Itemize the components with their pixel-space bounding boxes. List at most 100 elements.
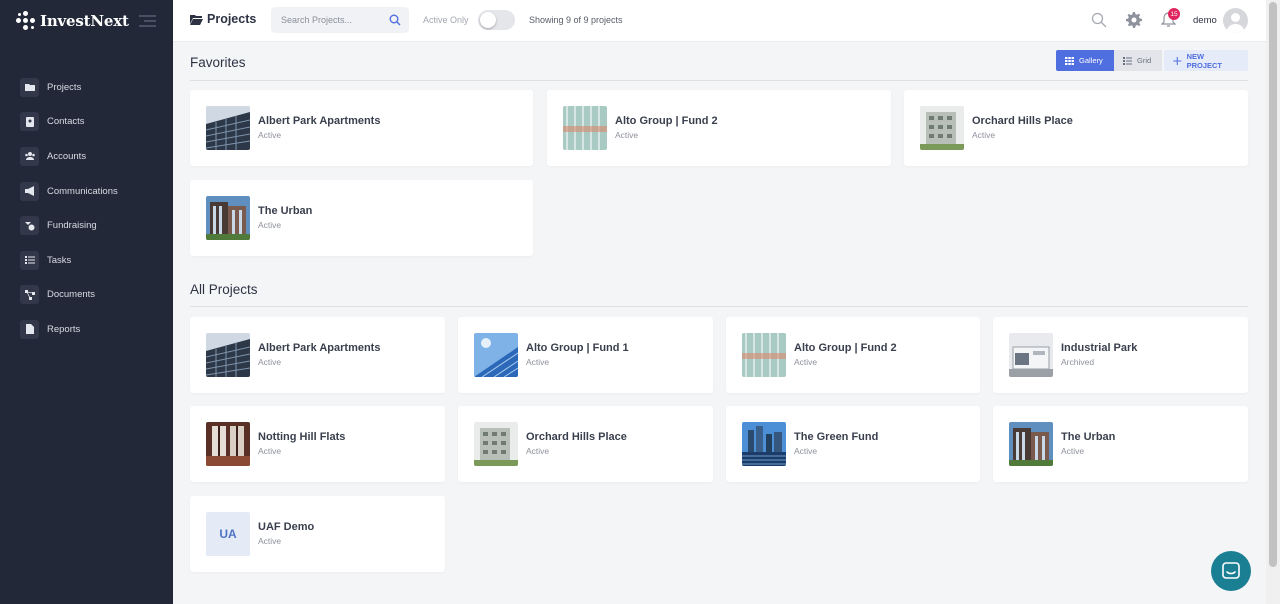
project-card[interactable]: Notting Hill Flats Active — [190, 406, 445, 482]
username[interactable]: demo — [1193, 15, 1217, 26]
sidebar-item-label: Accounts — [47, 150, 87, 162]
menu-toggle-icon[interactable] — [139, 14, 156, 28]
project-name: Alto Group | Fund 1 — [526, 342, 629, 354]
project-thumbnail — [742, 422, 786, 466]
project-thumbnail — [1009, 422, 1053, 466]
gallery-view-button[interactable]: Gallery — [1056, 50, 1114, 71]
sidebar-item-label: Documents — [47, 289, 96, 301]
project-card[interactable]: Alto Group | Fund 2 Active — [726, 317, 980, 393]
active-only-label: Active Only — [423, 15, 469, 25]
brand[interactable]: InvestNext — [16, 10, 129, 32]
project-name: The Green Fund — [794, 431, 879, 443]
search-box — [271, 7, 409, 33]
project-status: Archived — [1061, 357, 1095, 367]
search-icon[interactable] — [1091, 12, 1107, 28]
sidebar-item-reports[interactable]: Reports — [0, 312, 173, 347]
search-input[interactable] — [271, 7, 381, 33]
people-group-icon — [20, 146, 39, 166]
checklist-icon — [20, 250, 39, 270]
project-name: Albert Park Apartments — [258, 115, 381, 127]
project-name: Albert Park Apartments — [258, 342, 381, 354]
project-name: The Urban — [1061, 431, 1116, 443]
showing-count: Showing 9 of 9 projects — [529, 15, 623, 25]
project-name: Alto Group | Fund 2 — [615, 115, 718, 127]
sidebar-item-accounts[interactable]: Accounts — [0, 139, 173, 174]
project-card[interactable]: Albert Park Apartments Active — [190, 317, 445, 393]
sitemap-icon — [20, 285, 39, 305]
project-card[interactable]: Industrial Park Archived — [993, 317, 1248, 393]
sidebar-item-tasks[interactable]: Tasks — [0, 243, 173, 278]
project-thumbnail — [206, 196, 250, 240]
chat-button[interactable] — [1211, 551, 1251, 591]
search-icon[interactable] — [389, 14, 401, 26]
project-card[interactable]: The Urban Active — [190, 180, 533, 256]
project-card[interactable]: UA UAF Demo Active — [190, 496, 445, 572]
project-card[interactable]: The Green Fund Active — [726, 406, 980, 482]
project-name: Orchard Hills Place — [526, 431, 627, 443]
grid-label: Grid — [1137, 56, 1152, 65]
topbar: Projects Active Only Showing 9 of 9 proj… — [173, 0, 1266, 42]
scrollbar-thumb[interactable] — [1269, 2, 1277, 567]
brand-name: InvestNext — [40, 12, 129, 30]
project-card[interactable]: Orchard Hills Place Active — [458, 406, 713, 482]
project-thumbnail — [1009, 333, 1053, 377]
project-name: Orchard Hills Place — [972, 115, 1073, 127]
sidebar-item-label: Communications — [47, 185, 118, 197]
project-card[interactable]: Albert Park Apartments Active — [190, 90, 533, 166]
project-card[interactable]: Alto Group | Fund 1 Active — [458, 317, 713, 393]
sidebar-item-projects[interactable]: Projects — [0, 70, 173, 105]
project-thumbnail: UA — [206, 512, 250, 556]
project-thumbnail — [206, 333, 250, 377]
sidebar-item-documents[interactable]: Documents — [0, 278, 173, 313]
sidebar-item-fundraising[interactable]: Fundraising — [0, 208, 173, 243]
sidebar-item-communications[interactable]: Communications — [0, 174, 173, 209]
project-status: Active — [615, 130, 639, 140]
project-thumbnail — [206, 422, 250, 466]
chat-icon — [1222, 562, 1240, 579]
new-project-button[interactable]: NEW PROJECT — [1164, 50, 1248, 71]
brand-logo-icon — [16, 11, 36, 31]
avatar[interactable] — [1223, 8, 1248, 33]
notification-badge: 15 — [1168, 8, 1180, 20]
scrollbar[interactable] — [1266, 0, 1280, 604]
project-thumbnail — [474, 333, 518, 377]
project-card[interactable]: The Urban Active — [993, 406, 1248, 482]
project-status: Active — [258, 357, 282, 367]
divider — [190, 306, 1248, 307]
gear-icon[interactable] — [1126, 12, 1142, 28]
project-thumbnail — [742, 333, 786, 377]
active-only-toggle[interactable] — [478, 10, 515, 30]
sidebar-item-label: Fundraising — [47, 220, 97, 232]
project-name: Industrial Park — [1061, 342, 1138, 354]
project-card[interactable]: Orchard Hills Place Active — [904, 90, 1248, 166]
sidebar-item-label: Projects — [47, 81, 82, 93]
project-status: Active — [526, 446, 550, 456]
sidebar-item-label: Contacts — [47, 116, 85, 128]
megaphone-icon — [20, 181, 39, 201]
project-name: Alto Group | Fund 2 — [794, 342, 897, 354]
project-name: UAF Demo — [258, 521, 315, 533]
gallery-icon — [1065, 56, 1074, 65]
sidebar-item-contacts[interactable]: Contacts — [0, 105, 173, 140]
project-card[interactable]: Alto Group | Fund 2 Active — [547, 90, 891, 166]
project-thumbnail — [920, 106, 964, 150]
sidebar: InvestNext Projects Contacts Accounts Co… — [0, 0, 173, 604]
grid-view-button[interactable]: Grid — [1114, 50, 1162, 71]
project-name: Notting Hill Flats — [258, 431, 346, 443]
contact-card-icon — [20, 112, 39, 132]
project-status: Active — [794, 446, 818, 456]
project-thumbnail — [563, 106, 607, 150]
project-thumbnail — [474, 422, 518, 466]
project-thumbnail — [206, 106, 250, 150]
project-status: Active — [794, 357, 818, 367]
project-status: Active — [526, 357, 550, 367]
project-status: Active — [258, 220, 282, 230]
sidebar-item-label: Reports — [47, 323, 81, 335]
sidebar-item-label: Tasks — [47, 254, 72, 266]
all-projects-title: All Projects — [190, 282, 258, 297]
divider — [190, 80, 1248, 81]
page-title-text: Projects — [207, 12, 257, 26]
toggle-knob — [480, 12, 496, 28]
fundraising-icon — [20, 216, 39, 236]
project-status: Active — [1061, 446, 1085, 456]
